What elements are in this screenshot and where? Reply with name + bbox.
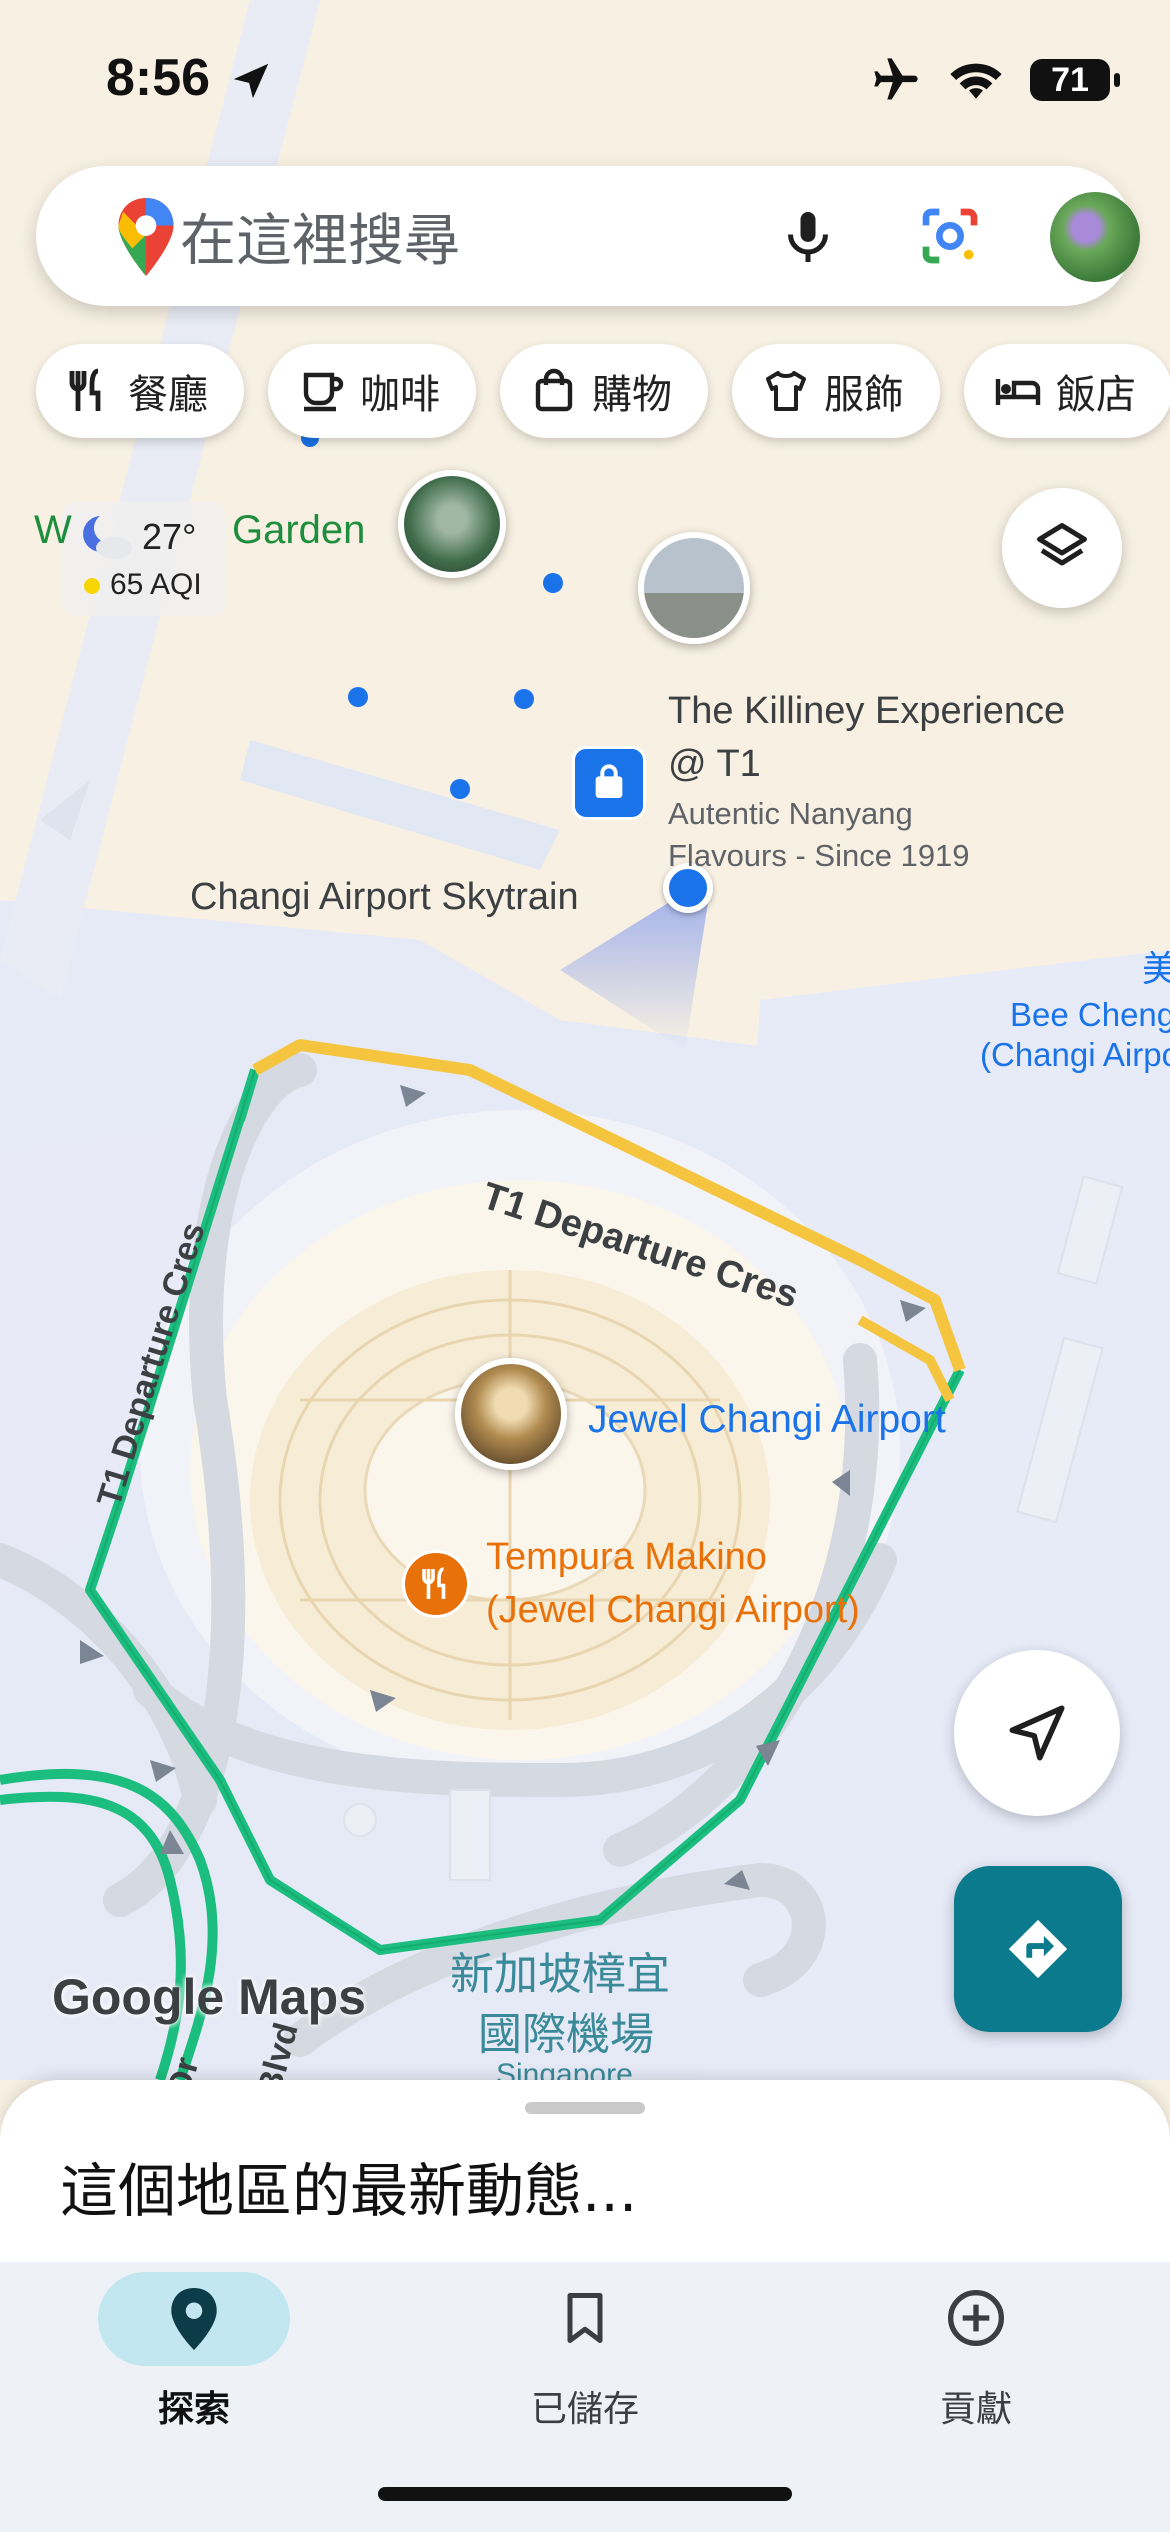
recenter-button[interactable] xyxy=(954,1650,1120,1816)
nav-item-saved[interactable]: 已儲存 xyxy=(435,2262,735,2462)
chip-shopping[interactable]: 購物 xyxy=(500,344,708,438)
map-label-bee-cheng-1[interactable]: Bee Cheng xyxy=(1010,996,1170,1034)
map-label-killiney-title-2[interactable]: @ T1 xyxy=(668,743,761,786)
map-label-garden[interactable]: Garden xyxy=(232,508,365,553)
avatar[interactable] xyxy=(1050,192,1140,282)
map-label-garden-w[interactable]: W xyxy=(34,508,72,553)
photo-pin-garden[interactable] xyxy=(398,470,506,578)
nav-item-explore[interactable]: 探索 xyxy=(44,2262,344,2462)
sheet-drag-handle[interactable] xyxy=(525,2102,645,2114)
photo-pin-airplane[interactable] xyxy=(638,532,750,644)
layers-button[interactable] xyxy=(1002,488,1122,608)
map-label-killiney-sub-1: Autentic Nanyang xyxy=(668,796,913,831)
weather-widget[interactable]: 27° 65 AQI xyxy=(62,502,226,616)
shopping-bag-icon xyxy=(535,368,573,412)
microphone-icon[interactable] xyxy=(778,206,838,268)
sheet-title: 這個地區的最新動態... xyxy=(60,2157,638,2225)
map-label-tempura-1[interactable]: Tempura Makino xyxy=(486,1536,767,1579)
nav-label-saved: 已儲存 xyxy=(530,2389,639,2430)
status-icons: 71 xyxy=(870,50,1120,110)
battery-indicator: 71 xyxy=(1030,59,1120,101)
search-bar[interactable]: 在這裡搜尋 xyxy=(36,166,1140,306)
weather-temperature: 27° xyxy=(142,516,197,557)
map-label-killiney-title-1[interactable]: The Killiney Experience xyxy=(668,690,1065,733)
shopping-bag-icon xyxy=(595,764,623,798)
map-label-airport-zh-2[interactable]: 國際機場 xyxy=(478,1998,654,2062)
hotel-bed-icon xyxy=(995,379,1041,405)
bookmark-icon xyxy=(567,2293,603,2343)
weather-aqi: 65 AQI xyxy=(110,568,202,601)
coffee-icon xyxy=(303,372,344,412)
map-label-skytrain[interactable]: Changi Airport Skytrain xyxy=(190,876,579,919)
map-label-airport-zh-1[interactable]: 新加坡樟宜 xyxy=(450,1938,670,2002)
map-label-killiney-sub-2: Flavours - Since 1919 xyxy=(668,838,970,873)
layers-icon xyxy=(1037,523,1087,566)
restaurant-icon xyxy=(69,368,101,411)
shopping-poi-marker[interactable] xyxy=(572,746,646,820)
google-lens-icon[interactable] xyxy=(918,204,982,268)
google-maps-watermark: Google Maps xyxy=(52,1969,366,2025)
nav-item-contribute[interactable]: 貢獻 xyxy=(826,2262,1126,2462)
chip-hotels[interactable]: 飯店 xyxy=(964,344,1170,438)
nav-label-contribute: 貢獻 xyxy=(939,2389,1012,2430)
search-input[interactable]: 在這裡搜尋 xyxy=(180,196,460,277)
status-time: 8:56 xyxy=(106,49,211,107)
restaurant-poi-marker[interactable] xyxy=(402,1550,470,1618)
map-label-jewel[interactable]: Jewel Changi Airport xyxy=(588,1398,946,1442)
nav-label-explore: 探索 xyxy=(157,2389,230,2430)
home-indicator[interactable] xyxy=(378,2487,792,2501)
directions-button[interactable] xyxy=(954,1866,1122,2032)
google-maps-logo-icon xyxy=(118,198,174,276)
map-label-tempura-2[interactable]: (Jewel Changi Airport) xyxy=(486,1589,860,1632)
moon-cloud-icon xyxy=(83,516,132,559)
navigation-arrow-icon xyxy=(1009,1705,1065,1761)
directions-icon xyxy=(1008,1919,1068,1979)
add-circle-icon xyxy=(948,2290,1004,2346)
photo-pin-jewel[interactable] xyxy=(455,1358,567,1470)
location-arrow-icon xyxy=(233,63,269,99)
map-label-bee-cheng-cjk[interactable]: 美 xyxy=(1142,940,1170,992)
wifi-icon xyxy=(950,63,1002,99)
chip-coffee[interactable]: 咖啡 xyxy=(268,344,476,438)
restaurant-icon xyxy=(422,1567,446,1599)
chip-apparel[interactable]: 服飾 xyxy=(732,344,940,438)
chip-restaurants[interactable]: 餐廳 xyxy=(36,344,244,438)
explore-pin-icon xyxy=(171,2288,217,2350)
category-chips: 餐廳 咖啡 購物 服飾 飯店 xyxy=(36,344,1170,438)
shirt-icon xyxy=(766,371,806,411)
airplane-icon xyxy=(874,58,918,100)
aqi-dot xyxy=(84,578,100,594)
map-label-bee-cheng-2[interactable]: (Changi Airpo xyxy=(980,1036,1170,1074)
